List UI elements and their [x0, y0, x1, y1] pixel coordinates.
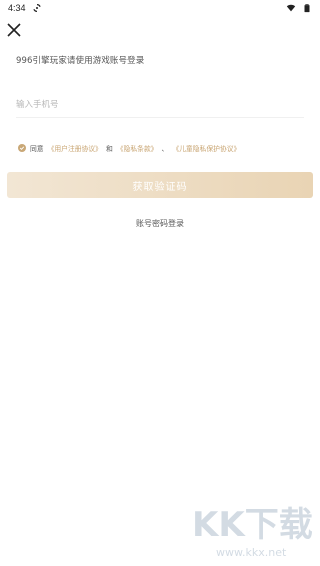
- close-button[interactable]: [6, 22, 22, 38]
- user-agreement-link[interactable]: 《用户注册协议》: [48, 143, 102, 153]
- status-bar: 4:34: [0, 0, 320, 16]
- status-time: 4:34: [8, 3, 26, 13]
- status-left: 4:34: [8, 3, 42, 13]
- sync-icon: [32, 3, 42, 13]
- agreement-row: 同意 《用户注册协议》 和 《隐私条款》 、 《儿童隐私保护协议》: [18, 143, 240, 153]
- child-privacy-link[interactable]: 《儿童隐私保护协议》: [172, 143, 240, 153]
- login-hint: 996引擎玩家请使用游戏账号登录: [16, 56, 145, 66]
- phone-input[interactable]: [16, 96, 304, 114]
- watermark-logo: KK下载 www.kkx.net: [188, 500, 312, 560]
- close-icon: [7, 23, 21, 37]
- status-right: [286, 3, 312, 13]
- get-code-button[interactable]: 获取验证码: [7, 172, 313, 198]
- agreement-and: 和: [105, 145, 113, 153]
- agreement-prefix: 同意: [30, 145, 44, 153]
- svg-text:KK下载: KK下载: [192, 505, 312, 545]
- agree-checkbox[interactable]: [18, 144, 26, 152]
- password-login-link[interactable]: 账号密码登录: [0, 218, 320, 229]
- battery-icon: [302, 3, 312, 13]
- phone-field: [16, 92, 304, 118]
- agreement-separator: 、: [161, 145, 169, 153]
- check-icon: [19, 146, 25, 150]
- wifi-icon: [286, 3, 296, 13]
- svg-text:www.kkx.net: www.kkx.net: [216, 546, 287, 559]
- privacy-link[interactable]: 《隐私条款》: [117, 143, 158, 153]
